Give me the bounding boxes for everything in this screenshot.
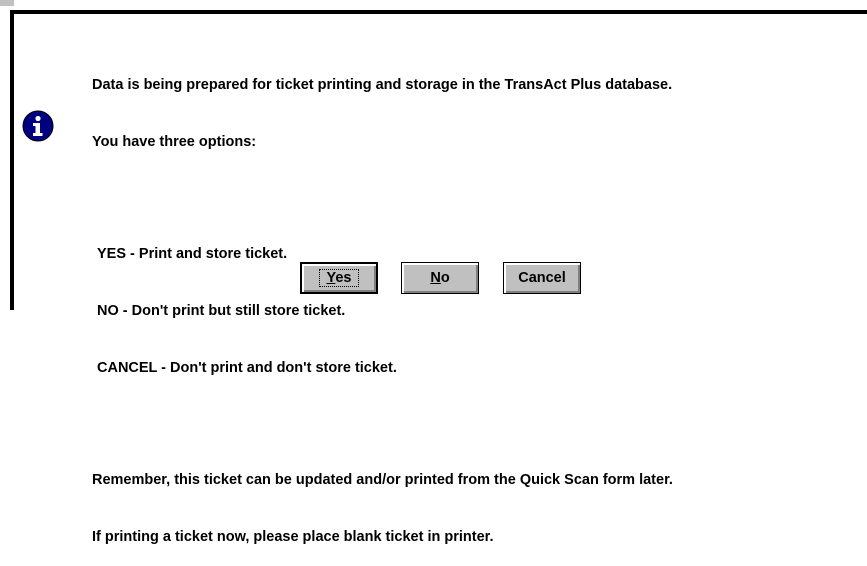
dialog-message: Data is being prepared for ticket printi… bbox=[92, 38, 852, 566]
message-intro-line-2: You have three options: bbox=[92, 134, 257, 150]
information-icon bbox=[22, 110, 54, 142]
window-corner bbox=[0, 0, 14, 6]
yes-button[interactable]: Yes bbox=[300, 262, 378, 294]
message-remember-line-1: Remember, this ticket can be updated and… bbox=[92, 472, 673, 488]
message-intro-line-1: Data is being prepared for ticket printi… bbox=[92, 77, 673, 93]
cancel-button-label: Cancel bbox=[518, 270, 566, 286]
yes-button-label: Yes bbox=[319, 269, 359, 287]
option-cancel-text: CANCEL - Don't print and don't store tic… bbox=[97, 360, 397, 376]
no-button-label: No bbox=[430, 270, 450, 286]
option-no-text: NO - Don't print but still store ticket. bbox=[97, 303, 346, 319]
no-button[interactable]: No bbox=[401, 262, 479, 294]
cancel-button[interactable]: Cancel bbox=[503, 262, 581, 294]
message-remember-line-2: If printing a ticket now, please place b… bbox=[92, 529, 494, 545]
